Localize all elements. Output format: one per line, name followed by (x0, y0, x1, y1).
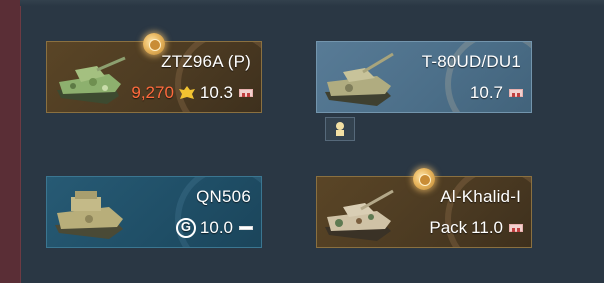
tank-thumbnail-icon (55, 191, 123, 239)
battle-rating: 10.7 (469, 83, 503, 102)
research-points: 9,270 (131, 83, 174, 102)
china-flag-icon (509, 224, 523, 232)
medal-icon (413, 168, 435, 190)
battle-rating: 10.0 (199, 218, 233, 237)
battle-rating: 10.3 (199, 83, 233, 102)
vehicle-name: T-80UD/DU1 (421, 52, 521, 71)
eagle-icon (178, 86, 195, 99)
vehicle-name: QN506 (196, 187, 251, 206)
white-flag-icon (239, 224, 253, 232)
china-flag-icon (509, 89, 523, 97)
top-border (20, 0, 604, 6)
vehicle-stats-row: 9,270 10.3 (131, 83, 253, 103)
tank-thumbnail-icon (325, 189, 394, 241)
china-flag-icon (239, 89, 253, 97)
crew-slot-icon[interactable] (325, 117, 355, 141)
battle-rating: 11.0 (471, 218, 503, 237)
vehicle-stats-row: Pack 11.0 (429, 218, 523, 238)
pack-label: Pack (429, 218, 468, 237)
crew-icon (336, 122, 344, 136)
vehicle-stats-row: 10.0 (175, 218, 253, 238)
tank-thumbnail-icon (325, 52, 394, 106)
vehicle-name: ZTZ96A (P) (161, 52, 251, 71)
medal-icon (143, 33, 165, 55)
vehicle-stats-row: 10.7 (470, 83, 523, 103)
side-panel-strip (0, 0, 21, 283)
vehicle-card-qn506[interactable]: QN506 10.0 (46, 176, 262, 248)
vehicle-name: Al-Khalid-I (440, 187, 521, 206)
golden-eagle-purchase-icon (175, 218, 196, 238)
tank-thumbnail-icon (57, 56, 126, 104)
vehicle-card-t80ud[interactable]: T-80UD/DU1 10.7 (316, 41, 532, 113)
